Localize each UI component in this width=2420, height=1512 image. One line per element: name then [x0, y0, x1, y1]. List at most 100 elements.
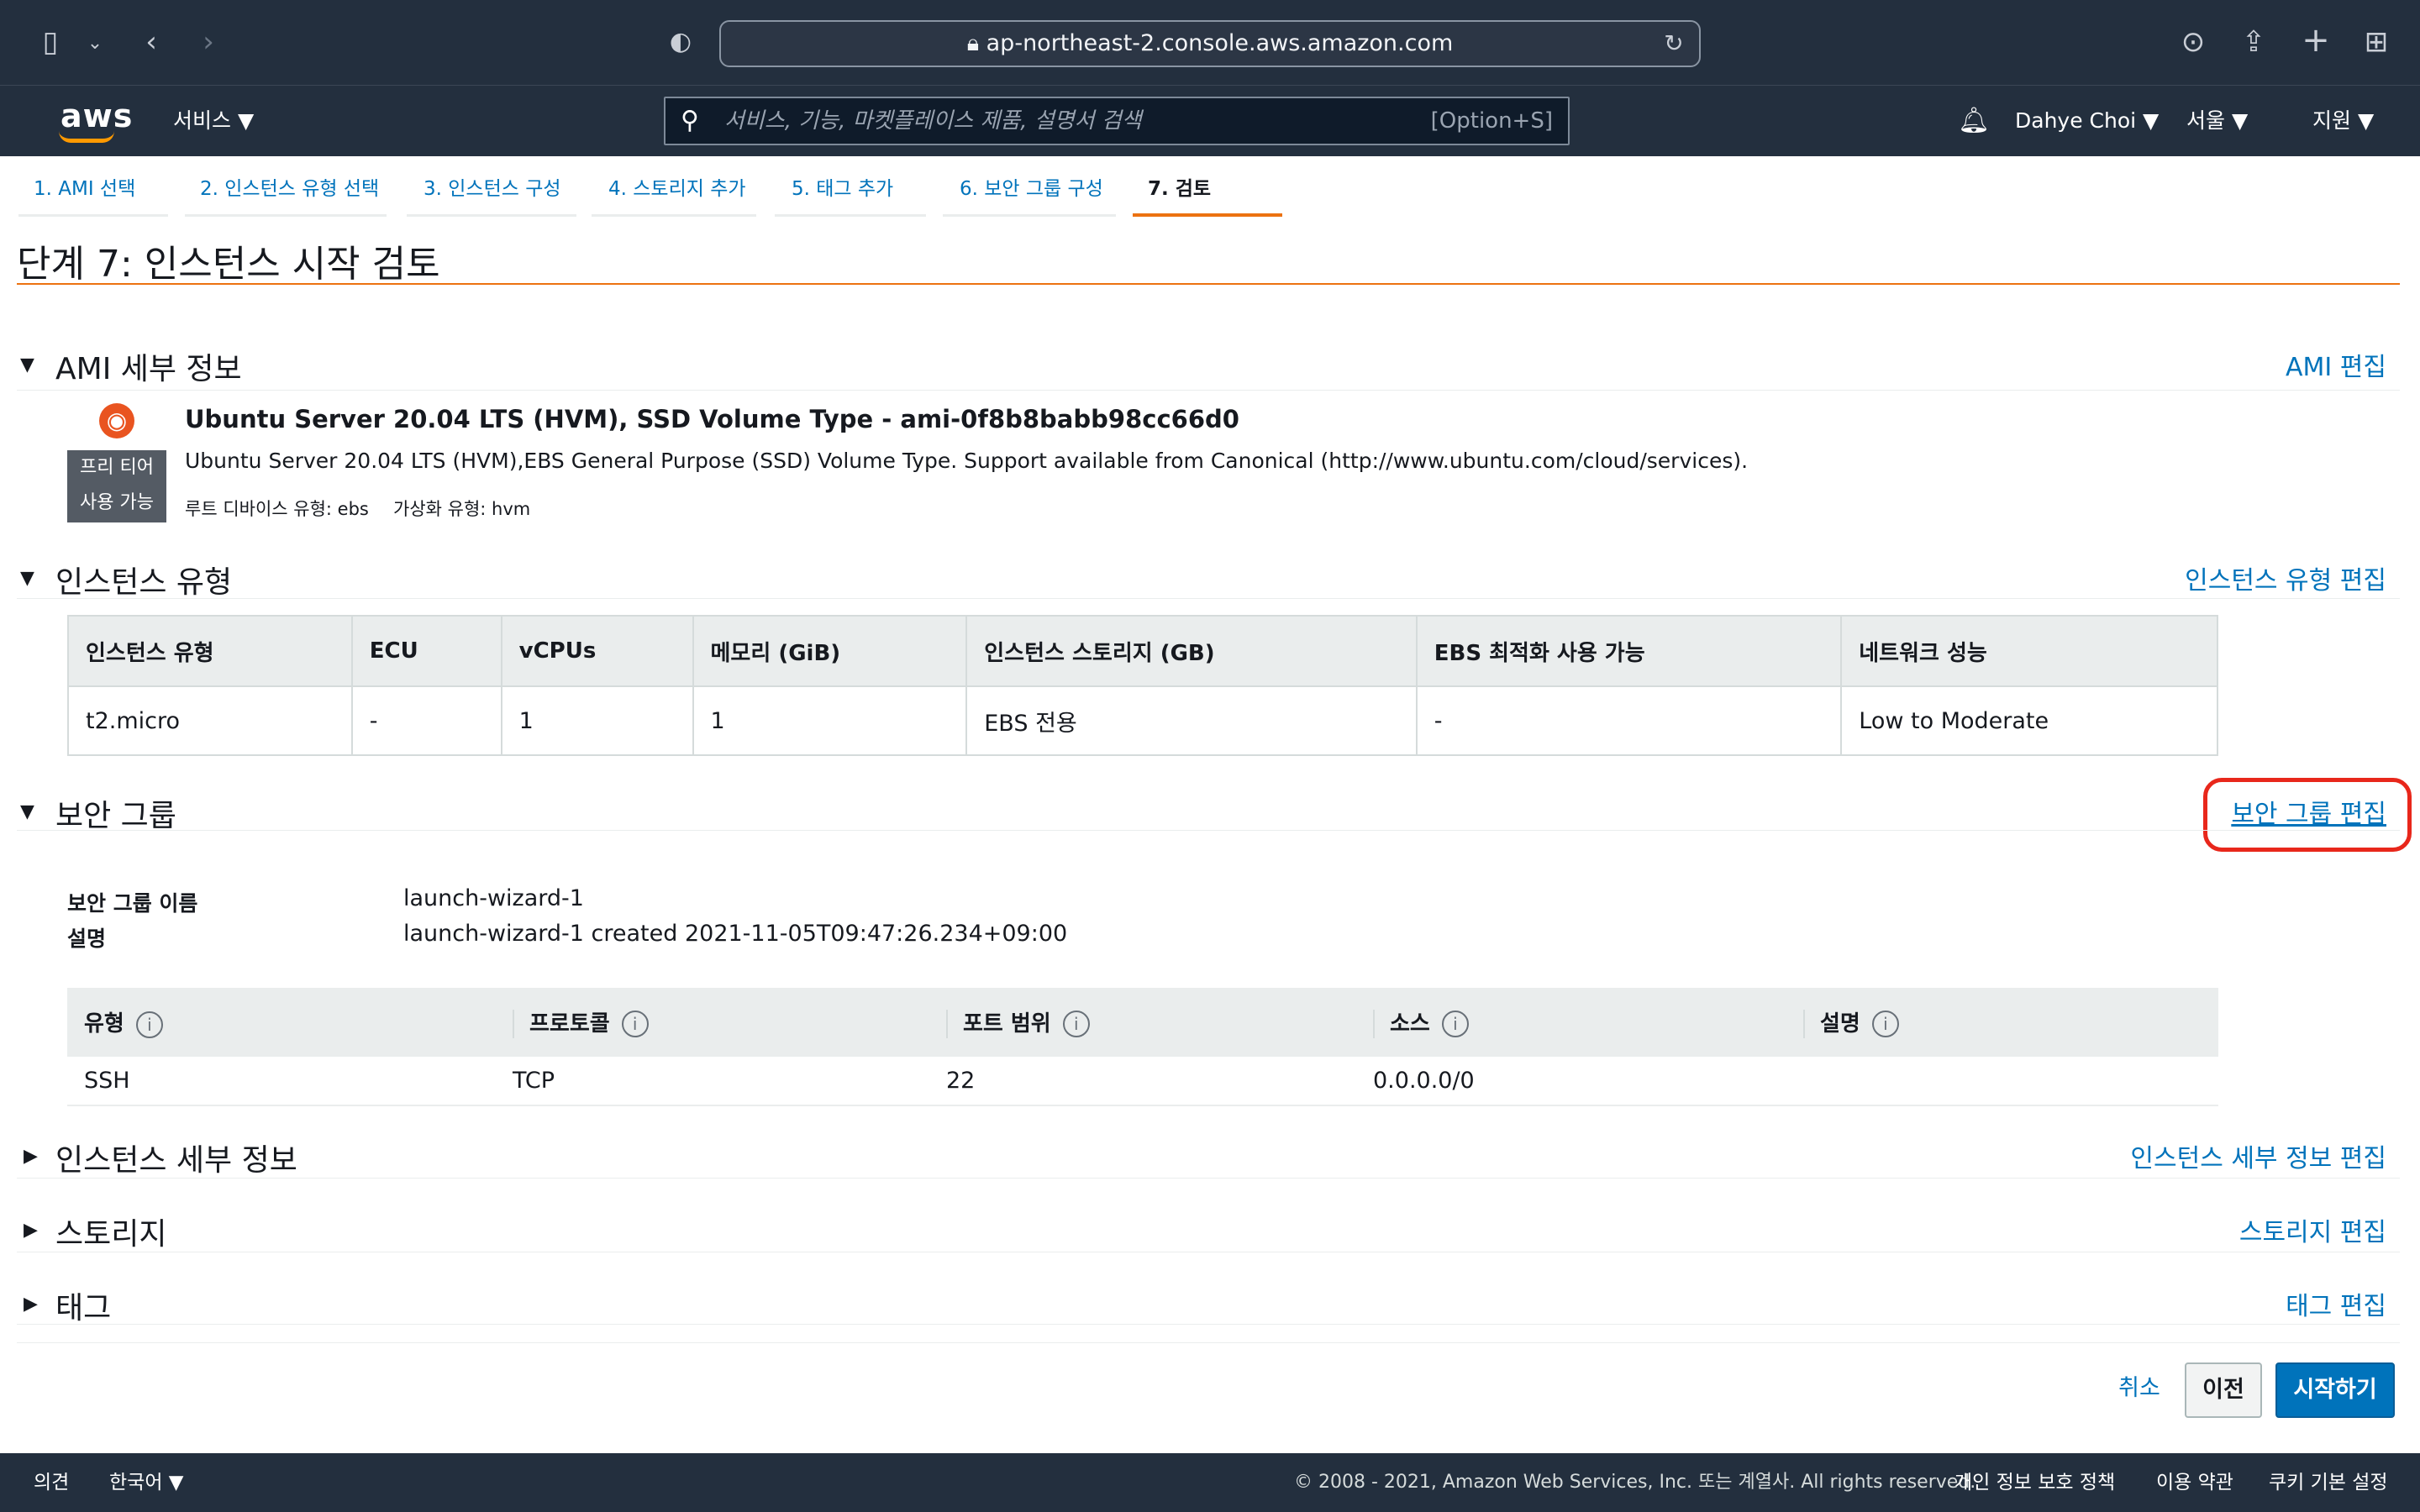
table-cell: TCP [496, 1057, 929, 1106]
terms-link[interactable]: 이용 약관 [2156, 1453, 2233, 1512]
caret-down-icon: ▼ [237, 108, 255, 133]
info-icon[interactable]: i [1062, 1011, 1090, 1038]
title-divider [17, 283, 2400, 285]
section-divider [17, 1178, 2400, 1179]
security-rules-table: 유형 i 프로토콜 i 포트 범위 i 소스 i 설명 i SSH TCP 22 0.0.… [67, 988, 2218, 1106]
column-header: 네트워크 성능 [1841, 616, 2217, 686]
privacy-link[interactable]: 개인 정보 보호 정책 [1954, 1453, 2115, 1512]
cancel-button[interactable]: 취소 [2102, 1362, 2176, 1418]
support-menu[interactable]: 지원 ▼ [2312, 86, 2374, 156]
table-cell: 0.0.0.0/0 [1356, 1057, 1786, 1106]
bell-icon[interactable]: 🔔︎ [1958, 86, 1990, 156]
services-menu[interactable]: 서비스 ▼ [173, 86, 254, 156]
edit-ami-link[interactable]: AMI 편집 [2101, 346, 2386, 383]
search-shortcut: [Option+S] [1430, 108, 1553, 134]
feedback-link[interactable]: 의견 [34, 1453, 69, 1512]
launch-button[interactable]: 시작하기 [2275, 1362, 2395, 1418]
aws-console-nav: aws 서비스 ▼ ⚲ 서비스, 기능, 마켓플레이스 제품, 설명서 검색 [… [0, 86, 2420, 156]
table-cell: 1 [692, 685, 968, 755]
instance-type-table: 인스턴스 유형 ECU vCPUs 메모리 (GiB) 인스턴스 스토리지 (G… [67, 615, 2218, 756]
reload-icon[interactable]: ↻ [1659, 27, 1689, 60]
caret-collapsed-icon[interactable]: ▶ [24, 1220, 38, 1241]
edit-storage-link[interactable]: 스토리지 편집 [2134, 1211, 2386, 1248]
column-header: 설명 i [1786, 988, 2218, 1057]
tab-security-group[interactable]: 6. 보안 그룹 구성 [943, 168, 1116, 217]
browser-toolbar: ▯ ⌄ ‹ › ◐ 🔒︎ ap-northeast-2.console.aws.… [0, 0, 2420, 86]
chevron-down-icon[interactable]: ⌄ [82, 27, 108, 60]
table-cell: 22 [929, 1057, 1356, 1106]
table-cell: t2.micro [68, 685, 353, 755]
security-group-section-title[interactable]: 보안 그룹 [55, 791, 176, 835]
table-cell: EBS 전용 [966, 685, 1418, 755]
tab-overview-icon[interactable]: ⊞ [2358, 25, 2395, 59]
security-group-desc-value: launch-wizard-1 created 2021-11-05T09:47… [403, 921, 1068, 947]
tab-tags[interactable]: 5. 태그 추가 [775, 168, 926, 217]
tab-review[interactable]: 7. 검토 [1133, 168, 1282, 217]
tab-configure[interactable]: 3. 인스턴스 구성 [407, 168, 576, 217]
shield-icon[interactable]: ◐ [664, 25, 697, 59]
security-group-name-value: launch-wizard-1 [403, 885, 584, 911]
search-icon: ⚲ [681, 106, 699, 135]
info-icon[interactable]: i [621, 1011, 649, 1038]
tab-storage[interactable]: 4. 스토리지 추가 [592, 168, 756, 217]
forward-icon[interactable]: › [192, 25, 225, 59]
caret-down-icon: ▼ [2357, 108, 2375, 133]
aws-logo-smile [59, 131, 114, 143]
info-icon[interactable]: i [1871, 1011, 1899, 1038]
cookie-preferences-link[interactable]: 쿠키 기본 설정 [2269, 1453, 2388, 1512]
table-header-row: 인스턴스 유형 ECU vCPUs 메모리 (GiB) 인스턴스 스토리지 (G… [68, 616, 2217, 686]
ubuntu-logo-icon: ◉ [99, 403, 134, 438]
column-header: vCPUs [501, 616, 694, 686]
aws-logo[interactable]: aws [60, 97, 133, 134]
edit-instance-type-link[interactable]: 인스턴스 유형 편집 [2050, 559, 2386, 596]
ami-description: Ubuntu Server 20.04 LTS (HVM),EBS Genera… [185, 449, 1749, 473]
caret-expanded-icon[interactable]: ▼ [20, 568, 34, 589]
caret-expanded-icon[interactable]: ▼ [20, 801, 34, 822]
ami-section-title[interactable]: AMI 세부 정보 [55, 344, 242, 388]
search-input[interactable]: ⚲ 서비스, 기능, 마켓플레이스 제품, 설명서 검색 [Option+S] [664, 97, 1570, 145]
lock-icon: 🔒︎ [966, 30, 986, 56]
download-icon[interactable]: ⊙ [2175, 25, 2212, 59]
footer: 의견 한국어 ▼ © 2008 - 2021, Amazon Web Servi… [0, 1453, 2420, 1512]
language-selector[interactable]: 한국어 ▼ [109, 1453, 184, 1512]
search-placeholder: 서비스, 기능, 마켓플레이스 제품, 설명서 검색 [724, 108, 1142, 134]
instance-details-section-title[interactable]: 인스턴스 세부 정보 [55, 1136, 297, 1179]
table-cell [1786, 1057, 2218, 1106]
back-icon[interactable]: ‹ [134, 25, 168, 59]
edit-instance-details-link[interactable]: 인스턴스 세부 정보 편집 [2017, 1137, 2386, 1174]
section-divider [17, 390, 2400, 391]
sidebar-icon[interactable]: ▯ [32, 25, 69, 59]
column-header: ECU [351, 616, 502, 686]
column-header: 포트 범위 i [929, 988, 1356, 1057]
section-divider [17, 1324, 2400, 1325]
caret-collapsed-icon[interactable]: ▶ [24, 1294, 38, 1315]
caret-down-icon: ▼ [2143, 108, 2160, 133]
info-icon[interactable]: i [1441, 1011, 1469, 1038]
table-row: t2.micro - 1 1 EBS 전용 - Low to Moderate [68, 685, 2217, 755]
edit-tags-link[interactable]: 태그 편집 [2168, 1285, 2386, 1322]
info-icon[interactable]: i [135, 1011, 163, 1038]
ami-name: Ubuntu Server 20.04 LTS (HVM), SSD Volum… [185, 405, 1239, 433]
column-header: EBS 최적화 사용 가능 [1416, 616, 1843, 686]
table-cell: SSH [67, 1057, 496, 1106]
instance-type-section-title[interactable]: 인스턴스 유형 [55, 558, 232, 601]
caret-expanded-icon[interactable]: ▼ [20, 354, 34, 375]
highlight-annotation [2203, 778, 2412, 852]
address-bar[interactable]: 🔒︎ ap-northeast-2.console.aws.amazon.com… [719, 20, 1701, 67]
column-header: 인스턴스 스토리지 (GB) [966, 616, 1418, 686]
share-icon[interactable]: ⇪ [2235, 25, 2272, 59]
virtualization-type: 가상화 유형: hvm [393, 499, 531, 519]
tab-instance-type[interactable]: 2. 인스턴스 유형 선택 [185, 168, 387, 217]
storage-section-title[interactable]: 스토리지 [55, 1210, 166, 1253]
tab-ami[interactable]: 1. AMI 선택 [18, 168, 168, 217]
table-cell: Low to Moderate [1841, 685, 2217, 755]
column-header: 인스턴스 유형 [68, 616, 353, 686]
new-tab-icon[interactable]: + [2297, 24, 2334, 57]
caret-collapsed-icon[interactable]: ▶ [24, 1146, 38, 1167]
user-menu[interactable]: Dahye Choi ▼ [2015, 86, 2159, 156]
previous-button[interactable]: 이전 [2185, 1362, 2262, 1418]
tags-section-title[interactable]: 태그 [55, 1284, 111, 1327]
region-menu[interactable]: 서울 ▼ [2186, 86, 2248, 156]
table-cell: - [351, 685, 502, 755]
column-header: 메모리 (GiB) [692, 616, 968, 686]
